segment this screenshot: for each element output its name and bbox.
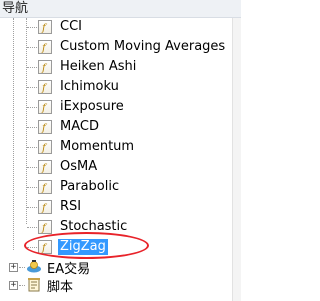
svg-text:f: f [41, 63, 48, 73]
svg-text:f: f [41, 203, 48, 213]
svg-text:f: f [41, 183, 48, 193]
indicator-label: Momentum [60, 139, 135, 154]
custom-indicator-icon: f [38, 120, 52, 134]
indicator-item-osma[interactable]: f OsMA [38, 158, 99, 176]
tree-guide-line [13, 18, 14, 250]
svg-text:f: f [41, 43, 48, 53]
indicator-item-cci[interactable]: f CCI [38, 18, 84, 36]
indicator-item-momentum[interactable]: f Momentum [38, 138, 136, 156]
indicator-label: iExposure [60, 99, 124, 114]
script-icon [26, 277, 42, 293]
navigator-tree: f CCI f Custom Moving Averages f Heiken … [0, 18, 232, 301]
tree-guide-line [27, 27, 37, 28]
indicator-item-iexposure[interactable]: f iExposure [38, 98, 126, 116]
indicator-label: MACD [60, 119, 99, 134]
indicator-item-parabolic[interactable]: f Parabolic [38, 178, 121, 196]
tree-guide-line [27, 47, 37, 48]
expert-advisor-icon [26, 259, 42, 275]
custom-indicator-icon: f [38, 180, 52, 194]
custom-indicator-icon: f [38, 200, 52, 214]
custom-indicator-icon: f [38, 40, 52, 54]
tree-guide-line [27, 87, 37, 88]
tree-guide-line [27, 187, 37, 188]
svg-text:f: f [41, 123, 48, 133]
custom-indicator-icon: f [38, 220, 52, 234]
indicator-item-ichimoku[interactable]: f Ichimoku [38, 78, 121, 96]
indicator-label: Custom Moving Averages [60, 39, 226, 54]
custom-indicator-icon: f [38, 60, 52, 74]
tree-item-expert-advisors[interactable]: EA交易 [26, 258, 91, 277]
custom-indicator-icon: f [38, 160, 52, 174]
indicator-label: Parabolic [60, 179, 120, 194]
vertical-scrollbar[interactable] [232, 18, 241, 301]
tree-guide-line [27, 167, 37, 168]
svg-text:f: f [41, 143, 48, 153]
svg-text:f: f [41, 163, 48, 173]
svg-text:f: f [41, 223, 48, 233]
indicator-item-rsi[interactable]: f RSI [38, 198, 83, 216]
indicator-label: OsMA [60, 159, 98, 174]
indicator-item-heiken-ashi[interactable]: f Heiken Ashi [38, 58, 138, 76]
navigator-title: 导航 [2, 1, 29, 16]
custom-indicator-icon: f [38, 100, 52, 114]
indicator-item-macd[interactable]: f MACD [38, 118, 101, 136]
indicator-label: Heiken Ashi [60, 59, 137, 74]
svg-text:f: f [41, 83, 48, 93]
tree-guide-line [27, 107, 37, 108]
expand-toggle[interactable]: + [9, 281, 18, 290]
svg-text:f: f [41, 23, 48, 33]
svg-text:f: f [41, 103, 48, 113]
tree-guide-line [19, 285, 25, 286]
indicator-label: RSI [60, 199, 82, 214]
custom-indicator-icon: f [38, 80, 52, 94]
custom-indicator-icon: f [38, 140, 52, 154]
tree-guide-line [27, 207, 37, 208]
navigator-header: 导航 [0, 0, 241, 18]
tree-guide-line [19, 267, 25, 268]
tree-guide-line [27, 227, 37, 228]
tree-guide-line [27, 67, 37, 68]
expand-toggle[interactable]: + [9, 263, 18, 272]
navigator-panel: 导航 f CCI f Custom Moving Averages f Heik… [0, 0, 241, 301]
tree-item-label: EA交易 [47, 261, 91, 277]
highlight-ellipse [24, 232, 149, 259]
tree-guide-line [27, 127, 37, 128]
tree-item-label: 脚本 [47, 279, 74, 295]
indicator-label: CCI [60, 19, 82, 34]
tree-item-scripts[interactable]: 脚本 [26, 276, 74, 295]
indicator-item-custom-moving-averages[interactable]: f Custom Moving Averages [38, 38, 227, 56]
tree-guide-line [27, 147, 37, 148]
custom-indicator-icon: f [38, 20, 52, 34]
tree-guide-line [26, 18, 27, 224]
indicator-label: Ichimoku [60, 79, 119, 94]
